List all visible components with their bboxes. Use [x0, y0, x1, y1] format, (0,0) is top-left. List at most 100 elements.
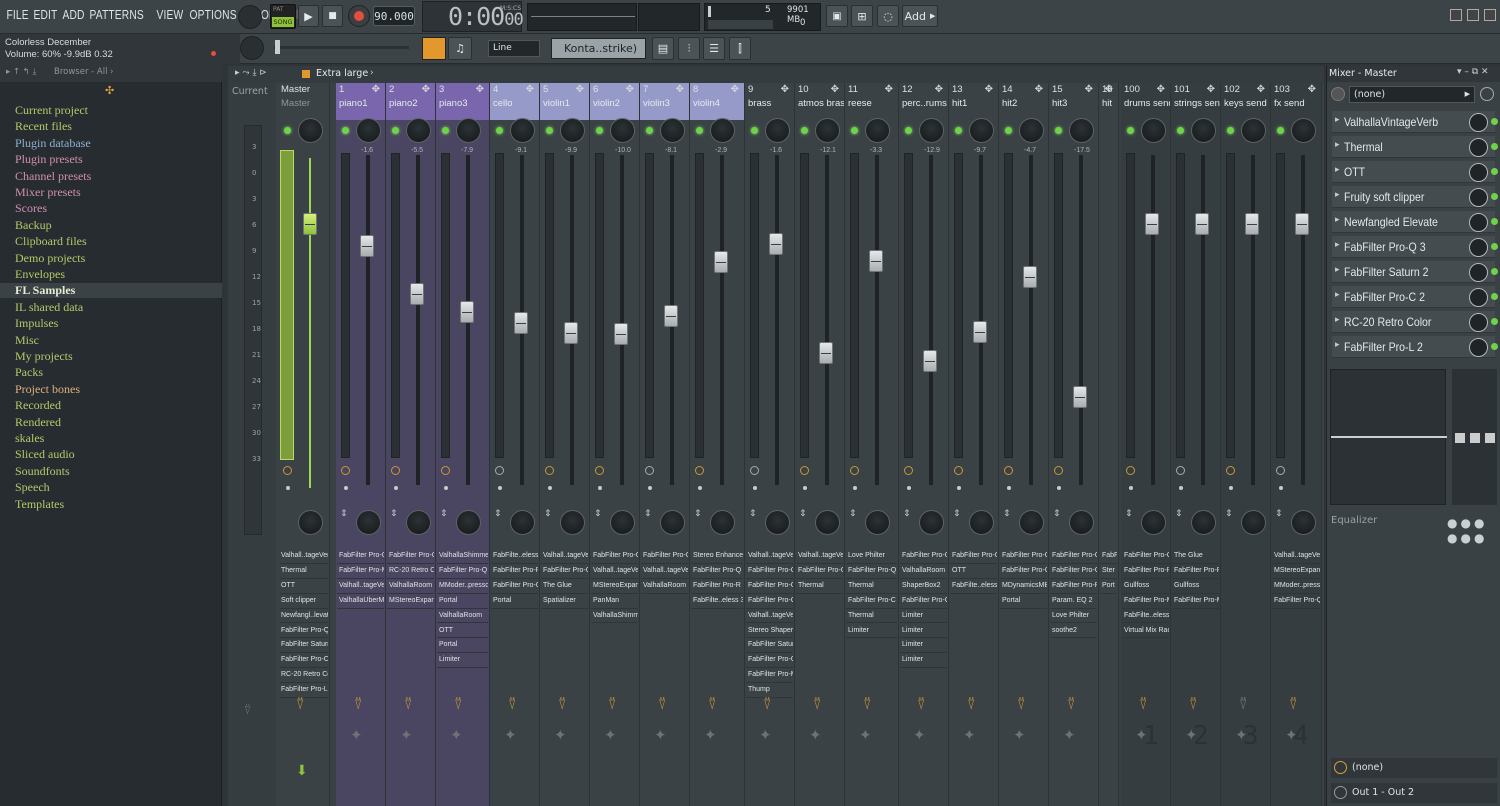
strip-route-arrows-icon[interactable]: ✥ [422, 84, 430, 95]
stereo-separation-icon[interactable] [441, 466, 450, 475]
panel-window-icons[interactable]: ▾ – ⧉ ✕ [1457, 67, 1489, 77]
fx-slot[interactable]: MDynamicsMB [1000, 579, 1047, 594]
master-fx-slot[interactable]: ▸ Newfangled Elevate [1332, 211, 1498, 233]
swap-dot[interactable] [1279, 486, 1283, 490]
stereo-knob[interactable] [1241, 510, 1266, 535]
fx-slot[interactable]: PanMan [591, 594, 638, 609]
mixer-strip[interactable]: 6 ✥ violin2 -10.0 ⇕ FabFilter Pro-Q 3Valhall.… [590, 83, 640, 806]
fx-mix-knob[interactable] [1469, 138, 1488, 157]
fx-slot[interactable]: FabFilter Pro-Q 3 [1272, 594, 1320, 609]
phase-icon[interactable]: ⇕ [644, 509, 652, 519]
fx-slot[interactable]: FabFilter Pro-Q 3 [950, 549, 997, 564]
mixer-strip[interactable]: 7 ✥ violin3 -8.1 ⇕ FabFilter Pro-Q 3Valhall..… [640, 83, 690, 806]
stereo-knob[interactable] [456, 510, 481, 535]
stereo-knob[interactable] [865, 510, 890, 535]
stereo-knob[interactable] [765, 510, 790, 535]
fx-slot[interactable]: FabFilte..eless 3 [1122, 609, 1169, 624]
master-fx-slot[interactable]: ▸ Thermal [1332, 136, 1498, 158]
fx-slot[interactable]: FabFilter Pro-R [1050, 579, 1097, 594]
route-icon[interactable]: ⍢ [296, 697, 304, 713]
master-fx-slot[interactable]: ▸ Fruity soft clipper [1332, 186, 1498, 208]
fx-slot[interactable]: ValhallaRoom [641, 579, 688, 594]
swap-dot[interactable] [648, 486, 652, 490]
fx-enable-led[interactable] [1491, 293, 1498, 300]
fx-slot[interactable]: FabFilter Pro-MB [1122, 594, 1169, 609]
fx-enable-led[interactable] [1491, 193, 1498, 200]
volume-fader[interactable] [1245, 213, 1259, 235]
master-fx-slot[interactable]: ▸ RC-20 Retro Color [1332, 311, 1498, 333]
pan-knob[interactable] [356, 118, 381, 143]
phase-icon[interactable]: ⇕ [544, 509, 552, 519]
swap-dot[interactable] [1057, 486, 1061, 490]
route-icon[interactable]: ⍢ [813, 697, 821, 713]
fx-enable-led[interactable] [1491, 143, 1498, 150]
phase-icon[interactable]: ⇕ [849, 509, 857, 519]
input-select[interactable]: (none) [1331, 758, 1497, 778]
strip-route-arrows-icon[interactable]: ✥ [831, 84, 839, 95]
fx-mix-knob[interactable] [1469, 213, 1488, 232]
stereo-knob[interactable] [510, 510, 535, 535]
swap-dot[interactable] [698, 486, 702, 490]
fx-slot[interactable]: MModer..pressor [437, 579, 488, 594]
fx-slot[interactable]: Portal [437, 594, 488, 609]
swap-dot[interactable] [803, 486, 807, 490]
fx-slot[interactable]: Valhall..tageVerb [746, 549, 793, 564]
pan-knob[interactable] [710, 118, 735, 143]
mixer-strip[interactable]: 5 ✥ violin1 -9.9 ⇕ Valhall..tageVerbFabFilter… [540, 83, 590, 806]
phase-icon[interactable]: ⇕ [1125, 509, 1133, 519]
route-icon[interactable]: ⍢ [454, 697, 462, 713]
pan-knob[interactable] [1241, 118, 1266, 143]
fx-slot[interactable]: Gullfoss [1172, 579, 1219, 594]
fx-enable-led[interactable] [1491, 118, 1498, 125]
stereo-knob[interactable] [919, 510, 944, 535]
stereo-separation-icon[interactable] [1226, 466, 1235, 475]
fx-slot[interactable]: Limiter [437, 653, 488, 669]
volume-fader[interactable] [514, 312, 528, 334]
fx-slot[interactable]: OTT [437, 624, 488, 639]
strip-route-arrows-icon[interactable]: ✥ [731, 84, 739, 95]
fx-mix-knob[interactable] [1469, 113, 1488, 132]
fx-slot[interactable]: Stereo Shaper [746, 624, 793, 639]
fx-slot[interactable]: FabFilter Pro-Q 3 [591, 549, 638, 564]
stereo-separation-icon[interactable] [341, 466, 350, 475]
pan-knob[interactable] [298, 118, 323, 143]
strip-route-arrows-icon[interactable]: ✥ [576, 84, 584, 95]
route-icon[interactable]: ⍢ [763, 697, 771, 713]
mixer-strip[interactable]: 100✥drums send⇕FabFilter Pro-C 2FabFilte… [1121, 83, 1171, 806]
fx-slot[interactable]: FabFilter Pro-Q 3 [337, 549, 384, 564]
fx-slot[interactable]: Valhall..tageVerb [279, 549, 328, 564]
phase-icon[interactable]: ⇕ [594, 509, 602, 519]
pan-knob[interactable] [510, 118, 535, 143]
mixer-strip[interactable]: 2 ✥ piano2 -5.5 ⇕ FabFilter Pro-Q 3RC-20 Retr… [386, 83, 436, 806]
route-icon[interactable]: ⍢ [1289, 697, 1297, 713]
strip-route-arrows-icon[interactable]: ✥ [781, 84, 789, 95]
fx-slot[interactable]: Portal [491, 594, 538, 609]
mixer-strip[interactable]: 103 ✥fx send ⇕ Valhall..tageVerbMStereoExpa… [1271, 83, 1322, 806]
strip-enable-led[interactable] [1055, 127, 1062, 134]
fx-slot[interactable]: FabFilter Pro-Q 3 [491, 579, 538, 594]
fx-slot[interactable]: Thump [746, 683, 793, 698]
strip-enable-led[interactable] [596, 127, 603, 134]
preset-select[interactable]: (none) ▶ [1349, 86, 1475, 103]
volume-fader[interactable] [1023, 266, 1037, 288]
eq-band-mid-handle[interactable] [1470, 433, 1480, 443]
output-select[interactable]: Out 1 - Out 2 [1331, 783, 1497, 803]
fx-slot[interactable]: FabFilter Pro-R [691, 579, 743, 594]
fx-slot[interactable]: The Glue [541, 579, 588, 594]
strip-route-arrows-icon[interactable]: ✥ [935, 84, 943, 95]
fx-enable-led[interactable] [1491, 268, 1498, 275]
stereo-knob[interactable] [1291, 510, 1316, 535]
fx-mix-knob[interactable] [1469, 263, 1488, 282]
route-icon[interactable]: ⍢ [1189, 697, 1197, 713]
strip-enable-led[interactable] [955, 127, 962, 134]
pan-knob[interactable] [815, 118, 840, 143]
eq-graph[interactable] [1330, 369, 1447, 505]
fx-slot[interactable]: FabFilter Pro-G [1050, 564, 1097, 579]
pan-knob[interactable] [1069, 118, 1094, 143]
fx-enable-led[interactable] [1491, 218, 1498, 225]
stereo-separation-icon[interactable] [800, 466, 809, 475]
mixer-strip[interactable]: 4✥cello-9.1⇕FabFilte..eless 3FabFilter P… [490, 83, 540, 806]
strip-enable-led[interactable] [392, 127, 399, 134]
restore-icon[interactable] [1467, 9, 1479, 21]
fx-mix-knob[interactable] [1469, 338, 1488, 357]
